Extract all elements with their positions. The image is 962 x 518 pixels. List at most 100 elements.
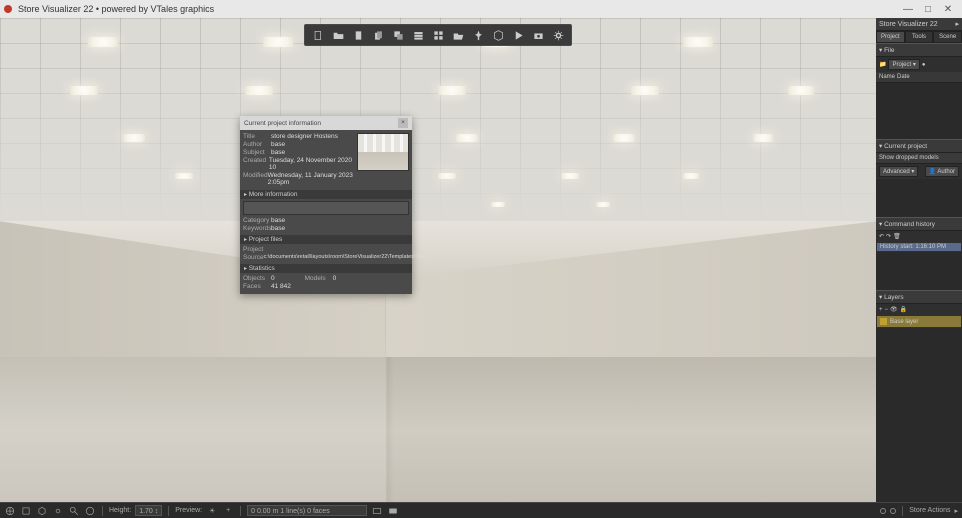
minimize-button[interactable]: — <box>898 4 918 15</box>
hex-icon[interactable] <box>36 505 48 517</box>
undo-icon[interactable]: ↶ <box>879 233 884 240</box>
layer-remove-icon[interactable]: − <box>885 307 889 313</box>
history-list[interactable] <box>876 252 962 290</box>
subject-label: Subject <box>243 149 271 156</box>
sun-icon[interactable]: ☀ <box>206 505 218 517</box>
tab-scene[interactable]: Scene <box>933 31 962 43</box>
height-label: Height: <box>109 507 131 514</box>
maximize-button[interactable]: □ <box>918 4 938 15</box>
modified-label: Modified <box>243 172 268 186</box>
more-info-section[interactable]: More information <box>240 190 412 199</box>
copy-icon[interactable] <box>391 28 405 42</box>
store-actions-label[interactable]: Store Actions <box>909 507 950 514</box>
created-value: Tuesday, 24 November 2020 10 <box>269 157 354 171</box>
layers-list[interactable] <box>876 328 962 502</box>
camera-icon[interactable] <box>531 28 545 42</box>
created-label: Created <box>243 157 269 171</box>
measure-field[interactable]: 0 0.00 m 1 line(s) 0 faces <box>247 505 367 516</box>
room-render <box>0 18 876 502</box>
dialog-header[interactable]: Current project information × <box>240 116 412 130</box>
cube-icon[interactable] <box>491 28 505 42</box>
title-label: Title <box>243 133 271 140</box>
objects-label: Objects <box>243 275 271 282</box>
search-icon[interactable] <box>68 505 80 517</box>
models-value: 0 <box>333 275 337 282</box>
statistics-section[interactable]: Statistics <box>240 264 412 273</box>
rec2-icon[interactable] <box>890 508 896 514</box>
objects-value: 0 <box>271 275 275 282</box>
new-file-icon[interactable] <box>311 28 325 42</box>
pin-icon[interactable] <box>471 28 485 42</box>
models-label: Models <box>305 275 333 282</box>
viewport-3d[interactable]: Current project information × Titlestore… <box>0 18 876 502</box>
globe-icon[interactable] <box>4 505 16 517</box>
rail-expand-icon[interactable]: ▸ <box>955 20 959 28</box>
redo-icon[interactable]: ↷ <box>886 233 891 240</box>
close-button[interactable]: ✕ <box>938 4 958 15</box>
keywords-value: base <box>271 225 285 232</box>
rect2-icon[interactable] <box>387 505 399 517</box>
history-entry[interactable]: History start: 1:16:10 PM <box>877 243 961 251</box>
documents-icon[interactable] <box>371 28 385 42</box>
open-folder-icon[interactable] <box>331 28 345 42</box>
layers-head[interactable]: ▾ Layers <box>876 290 962 304</box>
category-label: Category <box>243 217 271 224</box>
dialog-close-icon[interactable]: × <box>398 118 408 128</box>
file-list[interactable] <box>876 83 962 139</box>
description-input[interactable] <box>243 201 409 215</box>
file-panel-head[interactable]: ▾ File <box>876 43 962 57</box>
author-value: base <box>271 141 285 148</box>
project-dropdown[interactable]: Project ▾ <box>888 59 919 70</box>
app-dot-icon <box>4 5 12 13</box>
bottom-bar: Height: 1.70 ↕ Preview: ☀ + 0 0.00 m 1 l… <box>0 502 962 518</box>
globe2-icon[interactable] <box>84 505 96 517</box>
modified-value: Wednesday, 11 January 2023 2:05pm <box>268 172 354 186</box>
play-icon[interactable] <box>511 28 525 42</box>
layer-lock-icon[interactable]: 🔒 <box>900 306 907 313</box>
col-date[interactable]: Date <box>897 74 910 80</box>
project-files-section[interactable]: Project files <box>240 235 412 244</box>
tab-project[interactable]: Project <box>876 31 905 43</box>
advanced-dropdown[interactable]: Advanced ▾ <box>879 166 918 177</box>
layer-row[interactable]: Base layer <box>877 316 961 327</box>
arrange-icon[interactable] <box>431 28 445 42</box>
rec1-icon[interactable] <box>880 508 886 514</box>
keywords-label: Keywords <box>243 225 271 232</box>
box-icon[interactable] <box>20 505 32 517</box>
tab-tools[interactable]: Tools <box>905 31 934 43</box>
category-value: base <box>271 217 285 224</box>
title-value: store designer Hostens <box>271 133 338 140</box>
top-toolbar <box>304 24 572 46</box>
dialog-title: Current project information <box>244 120 321 127</box>
bullet-icon[interactable]: ● <box>922 62 926 68</box>
layer-name: Base layer <box>890 319 918 325</box>
folder-open-icon[interactable] <box>451 28 465 42</box>
folder-icon[interactable]: 📁 <box>879 61 886 68</box>
store-actions-chevron-icon[interactable]: ▸ <box>954 507 958 515</box>
current-project-head[interactable]: ▾ Current project <box>876 139 962 153</box>
document-icon[interactable] <box>351 28 365 42</box>
project-thumbnail <box>357 133 409 171</box>
app-title: Store Visualizer 22 • powered by VTales … <box>18 4 214 14</box>
show-dropped-label: Show dropped models <box>876 153 962 164</box>
link-icon[interactable] <box>52 505 64 517</box>
faces-value: 41 842 <box>271 283 291 290</box>
rail-title: Store Visualizer 22 ▸ <box>876 18 962 31</box>
project-list[interactable] <box>876 179 962 217</box>
plus-icon[interactable]: + <box>222 505 234 517</box>
title-bar: Store Visualizer 22 • powered by VTales … <box>0 0 962 18</box>
col-name[interactable]: Name <box>879 74 895 80</box>
source-label: Source <box>243 254 264 261</box>
layer-visible-icon[interactable]: 👁 <box>890 306 898 313</box>
stack-icon[interactable] <box>411 28 425 42</box>
project-info-dialog: Current project information × Titlestore… <box>240 116 412 294</box>
author-button[interactable]: 👤 Author <box>925 166 960 177</box>
project-label: Project <box>243 246 271 253</box>
rect-icon[interactable] <box>371 505 383 517</box>
layer-add-icon[interactable]: + <box>879 307 883 313</box>
history-clear-icon[interactable]: 🗑 <box>893 233 901 240</box>
height-field[interactable]: 1.70 ↕ <box>135 505 162 516</box>
source-value: c:\documents\retail\layouts\room\StoreVi… <box>264 254 426 261</box>
command-history-head[interactable]: ▾ Command history <box>876 217 962 231</box>
gear-icon[interactable] <box>551 28 565 42</box>
